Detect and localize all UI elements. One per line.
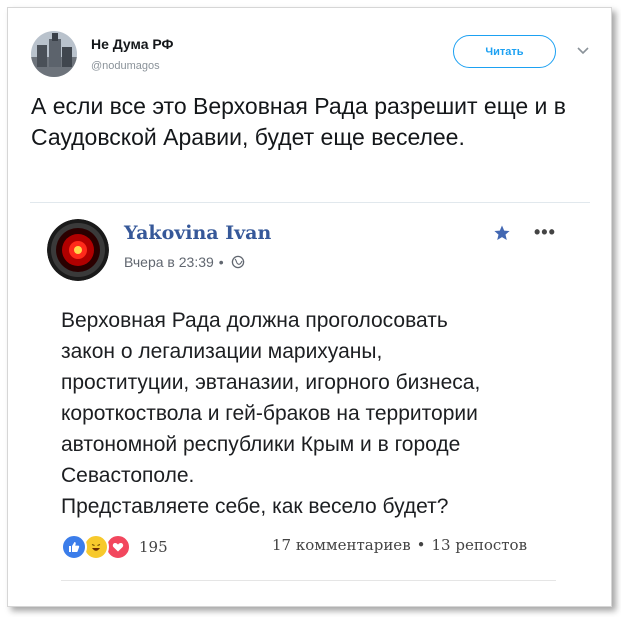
star-icon[interactable]	[493, 224, 511, 242]
embedded-post-text: Верховная Рада должна проголосовать зако…	[61, 305, 581, 522]
more-icon[interactable]: •••	[534, 222, 556, 243]
post-text-line: Верховная Рада должна проголосовать	[61, 309, 448, 332]
avatar-image	[31, 31, 77, 77]
tweet-handle[interactable]: @nodumagos	[91, 60, 160, 72]
post-text-line: автономной республики Крым и в городе	[61, 433, 461, 456]
post-stats: 17 комментариев • 13 репостов	[272, 536, 527, 554]
globe-icon	[231, 255, 244, 269]
stats-separator: •	[416, 536, 426, 554]
meta-separator: •	[218, 254, 224, 270]
hal-eye-icon	[47, 219, 109, 281]
post-bottom-divider	[61, 580, 556, 581]
reaction-count: 195	[139, 538, 168, 556]
post-text-line: короткоствола и гей-браков на территории	[61, 402, 478, 425]
divider	[30, 202, 590, 203]
comments-link[interactable]: 17 комментариев	[272, 536, 411, 554]
follow-button[interactable]: Читать	[453, 35, 556, 68]
post-text-line: закон о легализации марихуаны,	[61, 340, 383, 363]
post-text-line: Представляете себе, как весело будет?	[61, 495, 449, 518]
post-text-line: Севастополе.	[61, 464, 195, 487]
embedded-post-avatar[interactable]	[47, 219, 109, 281]
tweet-display-name[interactable]: Не Дума РФ	[91, 36, 173, 52]
tweet-text: А если все это Верховная Рада разрешит е…	[31, 93, 567, 150]
shares-link[interactable]: 13 репостов	[432, 536, 528, 554]
tweet-avatar[interactable]	[31, 31, 77, 77]
reactions-bar[interactable]: 195	[61, 534, 168, 560]
embedded-post-meta: Вчера в 23:39 •	[124, 254, 245, 270]
caret-down-icon[interactable]	[576, 44, 590, 58]
post-text-line: проституции, эвтаназии, игорного бизнеса…	[61, 371, 481, 394]
embedded-post-time[interactable]: Вчера в 23:39	[124, 254, 214, 270]
embedded-post-author[interactable]: Yakovina Ivan	[124, 222, 271, 244]
like-reaction-icon	[61, 534, 87, 560]
